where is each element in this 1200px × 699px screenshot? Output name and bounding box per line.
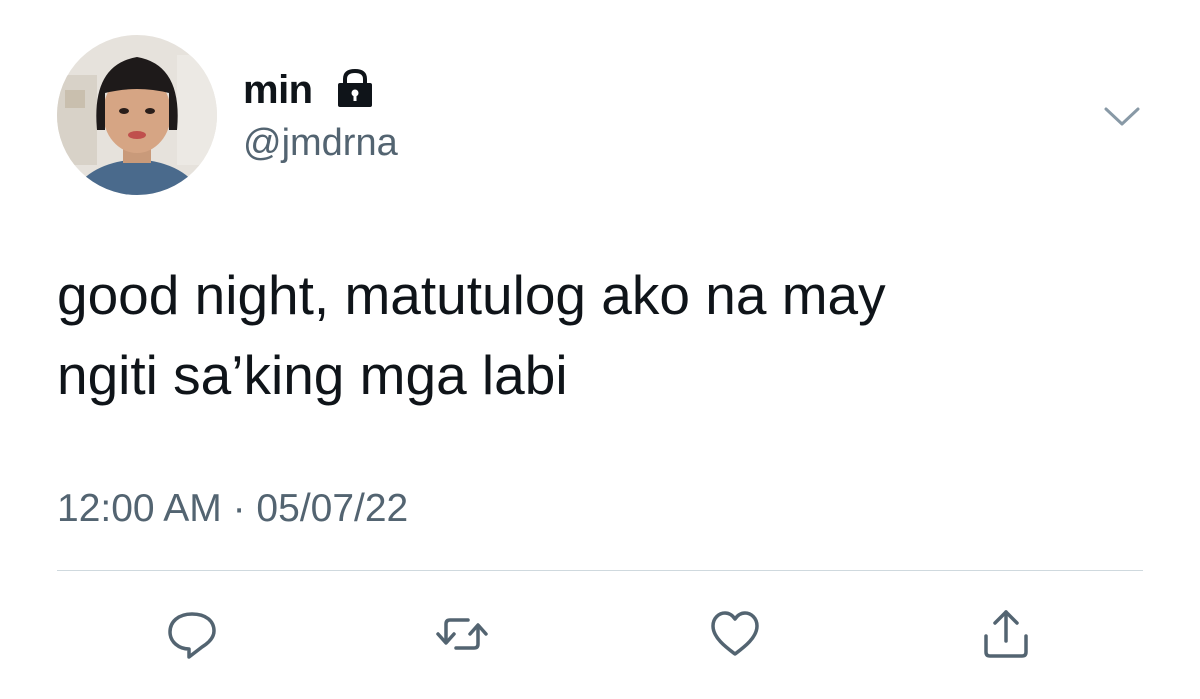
avatar[interactable] <box>57 35 217 195</box>
share-button[interactable] <box>974 602 1038 666</box>
share-icon <box>984 610 1028 658</box>
like-button[interactable] <box>703 602 767 666</box>
avatar-image <box>57 35 217 195</box>
retweet-icon <box>436 618 488 650</box>
heart-icon <box>711 611 759 656</box>
user-handle[interactable]: @jmdrna <box>243 120 398 166</box>
tweet-card: min @jmdrna good night, matutulog ako na… <box>0 0 1200 699</box>
retweet-button[interactable] <box>430 602 494 666</box>
lock-icon <box>338 68 372 107</box>
tweet-timestamp[interactable]: 12:00 AM · 05/07/22 <box>57 485 408 533</box>
reply-button[interactable] <box>160 602 224 666</box>
chevron-down-icon[interactable] <box>1102 102 1142 130</box>
display-name[interactable]: min <box>243 66 313 114</box>
tweet-text: good night, matutulog ako na may ngiti s… <box>57 264 886 406</box>
divider <box>57 570 1143 571</box>
reply-icon <box>168 612 216 659</box>
